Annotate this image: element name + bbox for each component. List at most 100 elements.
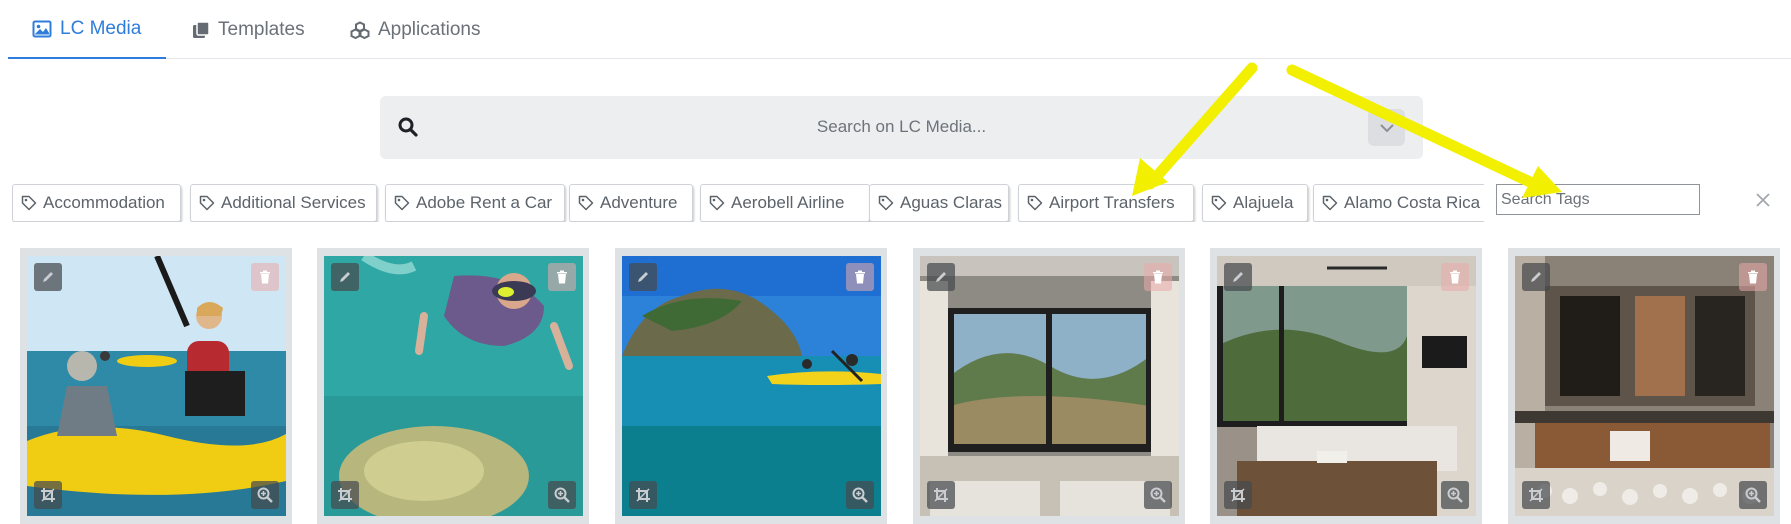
zoom-in-icon: [554, 487, 570, 503]
bathroom-vanity-photo[interactable]: [1515, 256, 1774, 516]
tab-applications[interactable]: Applications: [350, 0, 480, 59]
pencil-icon: [43, 272, 53, 282]
tag-chip-label: Alajuela: [1233, 193, 1294, 212]
media-card[interactable]: [317, 248, 589, 524]
zoom-in-icon: [1745, 487, 1761, 503]
edit-button[interactable]: [34, 263, 62, 291]
pencil-icon: [1233, 272, 1243, 282]
delete-button[interactable]: [548, 263, 576, 291]
tag-chip-alajuela[interactable]: Alajuela: [1202, 184, 1308, 222]
copy-icon: [193, 20, 210, 38]
trash-icon: [855, 270, 865, 284]
edit-button[interactable]: [1522, 263, 1550, 291]
delete-button[interactable]: [846, 263, 874, 291]
tag-icon: [199, 195, 215, 211]
tag-chip-additional-services[interactable]: Additional Services: [190, 184, 377, 222]
tab-label: Templates: [218, 18, 305, 40]
media-card[interactable]: [913, 248, 1185, 524]
pencil-icon: [638, 272, 648, 282]
tag-chip-label: Additional Services: [221, 193, 366, 212]
tag-chip-label: Accommodation: [43, 193, 165, 212]
tag-icon: [394, 195, 410, 211]
zoom-button[interactable]: [1441, 481, 1469, 509]
search-placeholder: Search on LC Media...: [816, 117, 987, 136]
island-kayak-photo[interactable]: [622, 256, 881, 516]
tag-chip-aguas-claras[interactable]: Aguas Claras: [869, 184, 1009, 222]
delete-button[interactable]: [251, 263, 279, 291]
tag-chip-label: Airport Transfers: [1049, 193, 1175, 212]
zoom-button[interactable]: [1739, 481, 1767, 509]
tab-templates[interactable]: Templates: [192, 0, 305, 59]
tag-icon: [1322, 195, 1338, 211]
tag-chip-adobe-rent-a-car[interactable]: Adobe Rent a Car: [385, 184, 565, 222]
tab-label: LC Media: [60, 17, 142, 39]
crop-button[interactable]: [1522, 481, 1550, 509]
tag-icon: [878, 195, 894, 211]
crop-icon: [636, 488, 650, 502]
tag-chip-label: Adobe Rent a Car: [416, 193, 553, 212]
close-icon: [1756, 193, 1770, 207]
edit-button[interactable]: [331, 263, 359, 291]
delete-button[interactable]: [1144, 263, 1172, 291]
crop-button[interactable]: [1224, 481, 1252, 509]
clear-tags-button[interactable]: [1752, 189, 1774, 211]
crop-button[interactable]: [927, 481, 955, 509]
zoom-button[interactable]: [251, 481, 279, 509]
crop-button[interactable]: [331, 481, 359, 509]
crop-icon: [338, 488, 352, 502]
zoom-button[interactable]: [846, 481, 874, 509]
edit-button[interactable]: [927, 263, 955, 291]
zoom-in-icon: [257, 487, 273, 503]
media-card[interactable]: [1508, 248, 1780, 524]
crop-icon: [934, 488, 948, 502]
tab-lc-media[interactable]: LC Media: [8, 0, 166, 59]
trash-icon: [260, 270, 270, 284]
tag-chip-adventure[interactable]: Adventure: [569, 184, 693, 222]
tab-bar: LC Media Templates Applications: [8, 0, 1791, 59]
hotel-window-view-photo[interactable]: [920, 256, 1179, 516]
pencil-icon: [1531, 272, 1541, 282]
tag-icon: [1027, 195, 1043, 211]
edit-button[interactable]: [1224, 263, 1252, 291]
tag-chip-accommodation[interactable]: Accommodation: [12, 184, 181, 222]
tag-chip-label: Aerobell Airline: [731, 193, 845, 212]
delete-button[interactable]: [1441, 263, 1469, 291]
media-card[interactable]: [1210, 248, 1482, 524]
tag-chip-label: Adventure: [600, 193, 678, 212]
trash-icon: [557, 270, 567, 284]
tag-chip-airport-transfers[interactable]: Airport Transfers: [1018, 184, 1194, 222]
pencil-icon: [936, 272, 946, 282]
tag-icon: [709, 195, 725, 211]
tag-chip-aerobell-airline[interactable]: Aerobell Airline: [700, 184, 870, 222]
tag-chip-label: Alamo Costa Rica: [1344, 193, 1481, 212]
tag-chip-alamo-costa-rica[interactable]: Alamo Costa Rica: [1313, 184, 1484, 222]
zoom-button[interactable]: [1144, 481, 1172, 509]
hotel-bedroom-photo[interactable]: [1217, 256, 1476, 516]
chevron-down-icon: [1379, 123, 1394, 132]
zoom-in-icon: [1150, 487, 1166, 503]
pencil-icon: [340, 272, 350, 282]
media-card[interactable]: [20, 248, 292, 524]
tag-icon: [578, 195, 594, 211]
zoom-in-icon: [1447, 487, 1463, 503]
snorkeling-photo[interactable]: [324, 256, 583, 516]
trash-icon: [1153, 270, 1163, 284]
zoom-in-icon: [852, 487, 868, 503]
edit-button[interactable]: [629, 263, 657, 291]
crop-button[interactable]: [34, 481, 62, 509]
trash-icon: [1748, 270, 1758, 284]
media-search-bar[interactable]: Search on LC Media...: [380, 96, 1423, 159]
tag-icon: [1211, 195, 1227, 211]
tag-search-input[interactable]: [1496, 184, 1700, 215]
image-icon: [32, 20, 52, 37]
trash-icon: [1450, 270, 1460, 284]
crop-button[interactable]: [629, 481, 657, 509]
delete-button[interactable]: [1739, 263, 1767, 291]
tab-label: Applications: [378, 18, 481, 40]
search-options-button[interactable]: [1368, 109, 1405, 146]
crop-icon: [1231, 488, 1245, 502]
media-card[interactable]: [615, 248, 887, 524]
zoom-button[interactable]: [548, 481, 576, 509]
crop-icon: [41, 488, 55, 502]
kayak-tour-photo[interactable]: [27, 256, 286, 516]
